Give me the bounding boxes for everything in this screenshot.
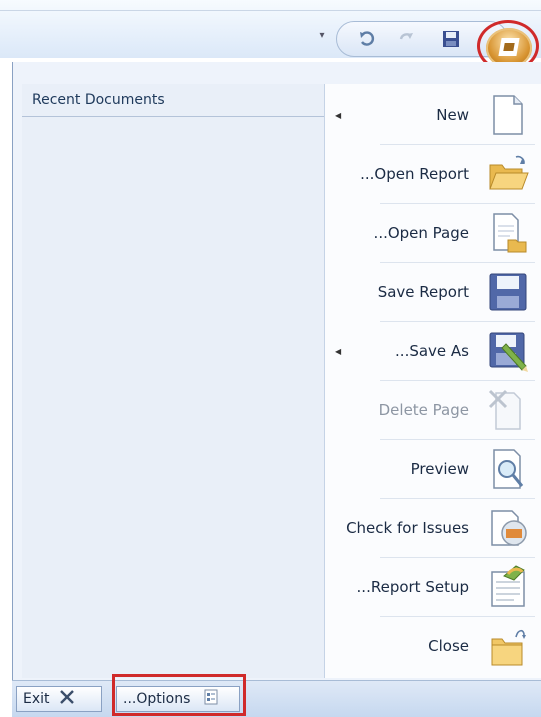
open-folder-icon bbox=[486, 151, 530, 197]
submenu-arrow-icon: ◀ bbox=[335, 347, 342, 356]
preview-label: Preview bbox=[410, 460, 469, 478]
exit-x-icon bbox=[58, 688, 76, 710]
new-document-icon bbox=[486, 92, 530, 138]
exit-button[interactable]: Exit bbox=[16, 686, 102, 712]
save-as-icon bbox=[486, 328, 530, 374]
report-setup-menu-item[interactable]: ...Report Setup bbox=[325, 558, 541, 616]
redo-icon[interactable] bbox=[396, 28, 418, 50]
open-report-menu-item[interactable]: ...Open Report bbox=[325, 145, 541, 203]
close-folder-icon bbox=[486, 623, 530, 669]
report-setup-label: ...Report Setup bbox=[356, 578, 469, 596]
open-page-menu-item[interactable]: ...Open Page bbox=[325, 204, 541, 262]
open-report-label: ...Open Report bbox=[360, 165, 469, 183]
new-menu-item[interactable]: ◀ New bbox=[325, 86, 541, 144]
menu-footer: Exit ...Options bbox=[12, 680, 541, 717]
report-setup-icon bbox=[486, 564, 530, 610]
annotation-rectangle-highlight bbox=[112, 674, 246, 716]
customize-qat-icon[interactable]: ▾ bbox=[316, 30, 328, 42]
command-list: ◀ New ...Open Report ...Open Page Save R… bbox=[324, 84, 541, 678]
recent-documents-divider bbox=[22, 116, 324, 117]
delete-page-label: Delete Page bbox=[378, 401, 469, 419]
open-page-label: ...Open Page bbox=[373, 224, 469, 242]
preview-menu-item[interactable]: Preview bbox=[325, 440, 541, 498]
exit-label: Exit bbox=[23, 691, 50, 707]
recent-documents-title: Recent Documents bbox=[32, 92, 165, 108]
delete-page-menu-item: Delete Page bbox=[325, 381, 541, 439]
check-for-issues-menu-item[interactable]: Check for Issues bbox=[325, 499, 541, 557]
save-icon[interactable] bbox=[440, 28, 462, 50]
save-disk-icon bbox=[486, 269, 530, 315]
preview-magnifier-icon bbox=[486, 446, 530, 492]
check-for-issues-label: Check for Issues bbox=[346, 519, 469, 537]
new-label: New bbox=[436, 106, 469, 124]
delete-page-icon bbox=[486, 387, 530, 433]
close-label: Close bbox=[428, 637, 469, 655]
recent-documents-pane: Recent Documents bbox=[22, 84, 324, 678]
save-as-menu-item[interactable]: ◀ ...Save As bbox=[325, 322, 541, 380]
open-page-icon bbox=[486, 210, 530, 256]
save-report-menu-item[interactable]: Save Report bbox=[325, 263, 541, 321]
save-as-label: ...Save As bbox=[395, 342, 469, 360]
close-menu-item[interactable]: Close bbox=[325, 617, 541, 675]
undo-icon[interactable] bbox=[356, 28, 378, 50]
save-report-label: Save Report bbox=[377, 283, 469, 301]
submenu-arrow-icon: ◀ bbox=[335, 111, 342, 120]
check-issues-icon bbox=[486, 505, 530, 551]
title-bar-divider bbox=[0, 10, 541, 11]
